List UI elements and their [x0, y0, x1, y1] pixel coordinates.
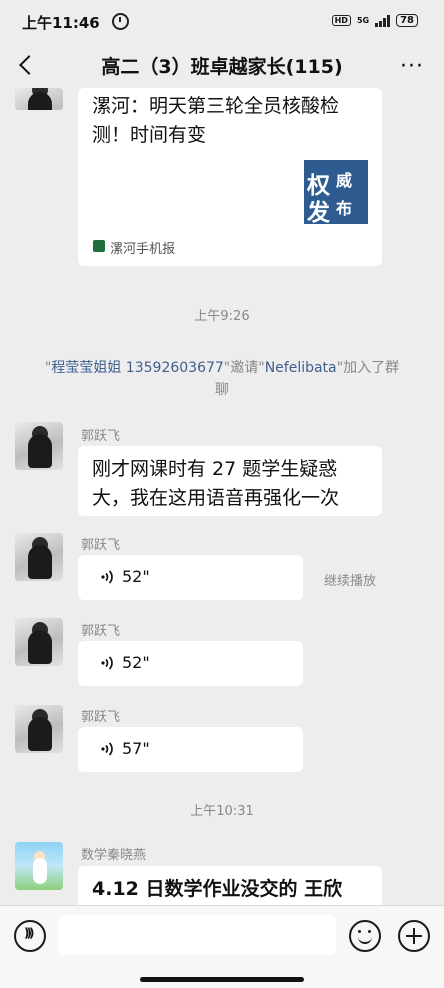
message-input[interactable]: [58, 915, 336, 955]
message-bubble[interactable]: 刚才网课时有 27 题学生疑惑大，我在这用语音再强化一次: [78, 446, 382, 516]
status-bar: 上午11:46 HD 5G 78: [0, 0, 444, 44]
timestamp: 上午9:26: [194, 309, 250, 324]
voice-wave-icon: [101, 656, 113, 670]
avatar[interactable]: [15, 533, 63, 581]
home-indicator[interactable]: [140, 977, 304, 982]
signal-icon: [375, 14, 391, 27]
link-card[interactable]: 漯河：明天第三轮全员核酸检测！时间有变 权 威 发 布 漯河手机报: [78, 88, 382, 266]
invitee-link[interactable]: Nefelibata: [265, 360, 337, 376]
avatar[interactable]: [15, 88, 63, 110]
source-icon: [93, 240, 105, 252]
link-title: 漯河：明天第三轮全员核酸检测！时间有变: [92, 95, 340, 146]
voice-duration: 57": [122, 739, 150, 758]
voice-duration: 52": [122, 653, 150, 672]
chat-title: 高二（3）班卓越家长(115): [101, 56, 343, 78]
network-label: 5G: [356, 16, 370, 25]
system-message: "程莹莹姐姐 13592603677"邀请"Nefelibata"加入了群聊: [44, 360, 400, 398]
link-thumbnail: 权 威 发 布: [304, 160, 368, 226]
status-right: HD 5G 78: [331, 14, 418, 27]
sender-name: 郭跃飞: [81, 538, 121, 553]
link-source: 漯河手机报: [110, 242, 176, 257]
sender-name: 数学秦晓燕: [81, 848, 147, 863]
voice-message[interactable]: 57": [78, 727, 303, 772]
voice-wave-icon: [101, 742, 113, 756]
avatar[interactable]: [15, 705, 63, 753]
voice-input-icon[interactable]: [14, 920, 46, 952]
input-bar: [0, 905, 444, 988]
continue-play-button[interactable]: 继续播放: [324, 570, 376, 589]
sender-name: 郭跃飞: [81, 429, 121, 444]
timestamp: 上午10:31: [190, 804, 254, 819]
alarm-icon: [112, 13, 129, 30]
voice-wave-icon: [101, 570, 113, 584]
inviter-link[interactable]: 程莹莹姐姐 13592603677: [51, 360, 223, 376]
voice-message[interactable]: 52": [78, 641, 303, 686]
voice-message[interactable]: 52": [78, 555, 303, 600]
battery-icon: 78: [396, 14, 418, 27]
nav-bar: 高二（3）班卓越家长(115) ···: [0, 44, 444, 88]
more-icon[interactable]: ···: [400, 54, 424, 79]
sender-name: 郭跃飞: [81, 710, 121, 725]
avatar[interactable]: [15, 842, 63, 890]
status-time: 上午11:46: [22, 14, 100, 32]
plus-icon[interactable]: [398, 920, 430, 952]
voice-duration: 52": [122, 567, 150, 586]
sender-name: 郭跃飞: [81, 624, 121, 639]
avatar[interactable]: [15, 422, 63, 470]
emoji-icon[interactable]: [349, 920, 381, 952]
hd-badge: HD: [331, 15, 351, 26]
avatar[interactable]: [15, 618, 63, 666]
